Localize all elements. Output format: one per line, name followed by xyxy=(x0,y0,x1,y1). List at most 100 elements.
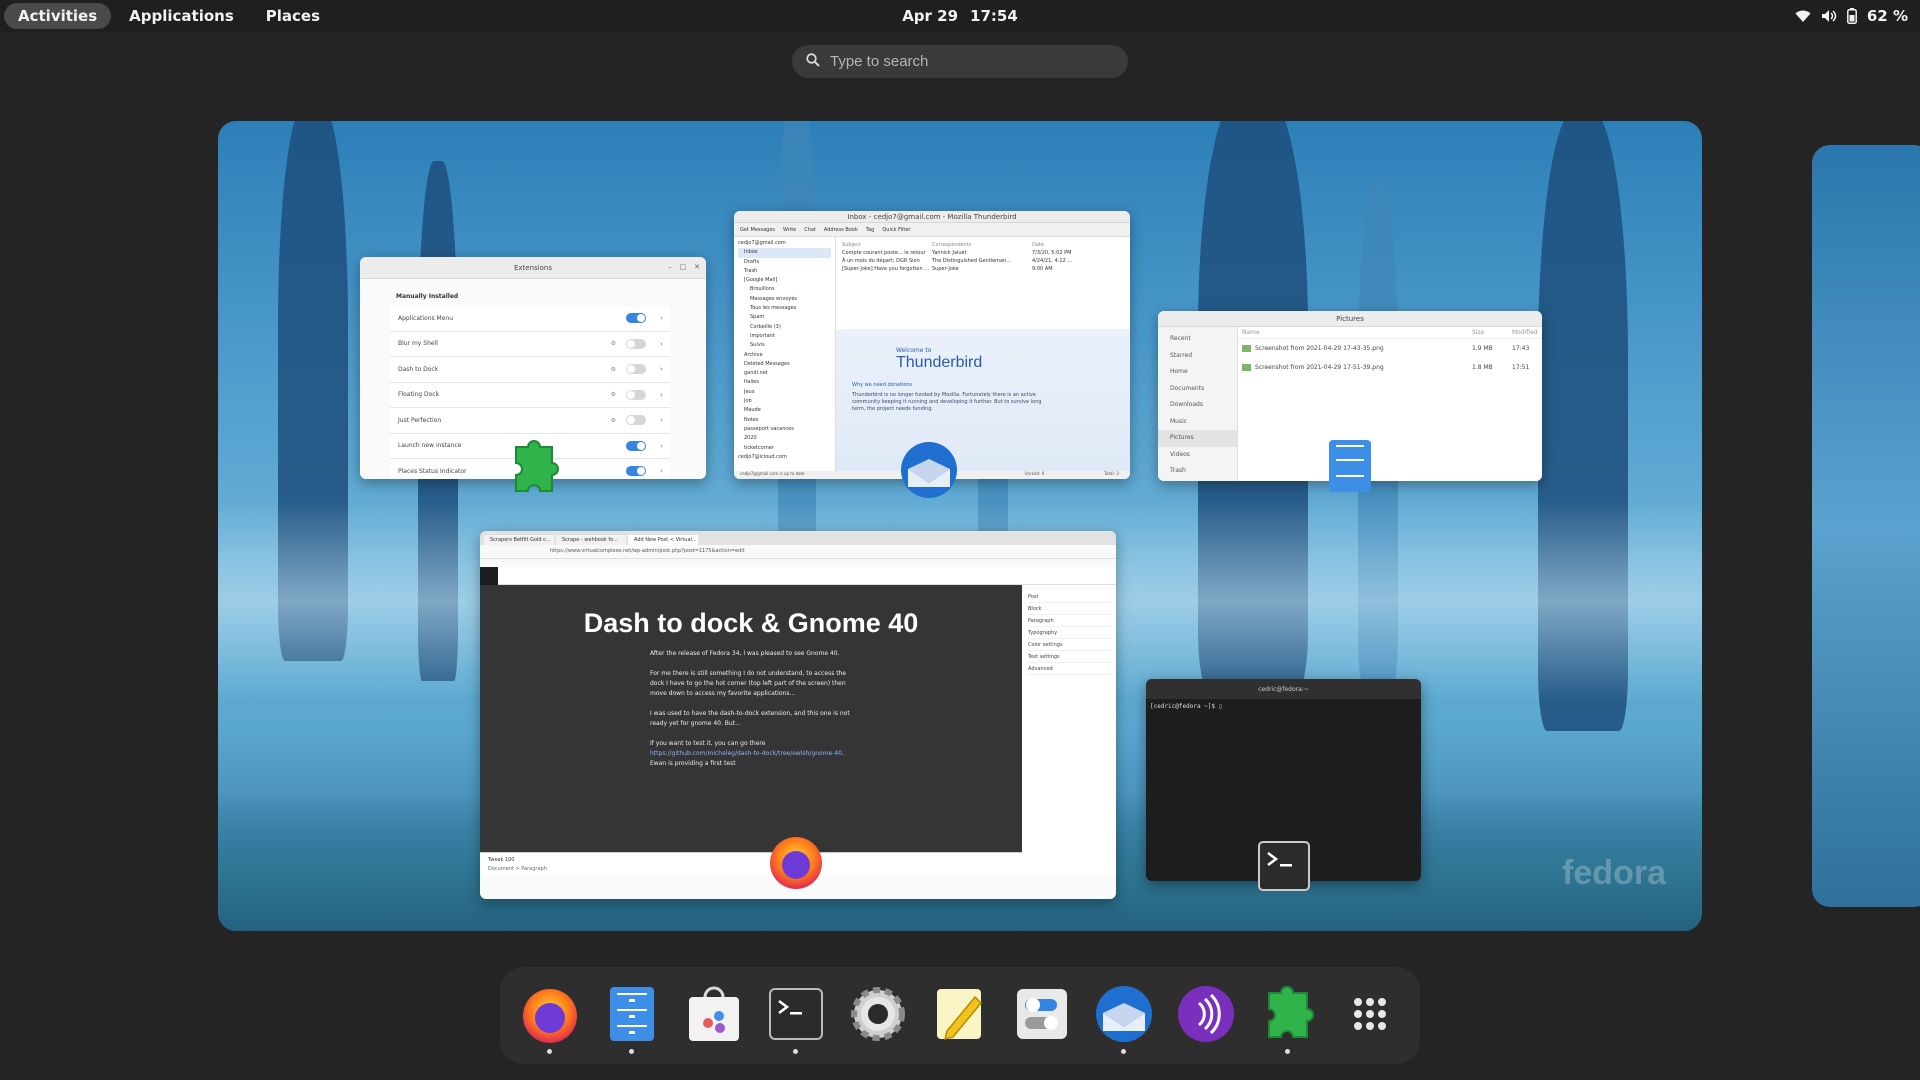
sidebar-item[interactable]: Downloads xyxy=(1158,397,1237,414)
settings-icon[interactable]: ⚙ xyxy=(611,366,616,373)
browser-tab[interactable]: Scrapers Betfilt Gold c... xyxy=(484,535,554,545)
folder-item[interactable]: Suivis xyxy=(738,341,831,350)
chevron-right-icon[interactable]: › xyxy=(660,391,670,399)
chevron-right-icon[interactable]: › xyxy=(660,416,670,424)
folder-item[interactable]: Brouillons xyxy=(738,285,831,294)
chevron-right-icon[interactable]: › xyxy=(660,314,670,322)
chevron-right-icon[interactable]: › xyxy=(660,365,670,373)
settings-icon[interactable]: ⚙ xyxy=(611,391,616,398)
folder-item[interactable]: Trash xyxy=(738,267,831,276)
panel-item[interactable]: Advanced xyxy=(1028,663,1110,675)
clock[interactable]: Apr 29 17:54 xyxy=(902,0,1018,32)
paragraph-3[interactable]: I was used to have the dash-to-dock exte… xyxy=(650,709,850,729)
toolbar-button[interactable]: Address Book xyxy=(824,227,858,233)
file-row[interactable]: Screenshot from 2021-04-29 17-51-39.png 1… xyxy=(1238,358,1542,377)
folder-item[interactable]: Deleted Messages xyxy=(738,360,831,369)
extension-toggle[interactable] xyxy=(626,389,646,400)
folder-item[interactable]: [Google Mail] xyxy=(738,276,831,285)
footer-input[interactable]: Tweak 100 xyxy=(488,857,1014,863)
tweaks-icon[interactable] xyxy=(1011,983,1073,1045)
extension-toggle[interactable] xyxy=(626,313,646,324)
column-header[interactable]: Date xyxy=(1032,241,1044,249)
toolbar-button[interactable]: Tag xyxy=(866,227,874,233)
sidebar-item[interactable]: Trash xyxy=(1158,463,1237,480)
extension-toggle[interactable] xyxy=(626,415,646,426)
folder-item[interactable]: passeport vacances xyxy=(738,425,831,434)
panel-item[interactable]: Post xyxy=(1028,591,1110,603)
workspace-thumbnail-current[interactable]: fedora Extensions – □ ✕ Manually Installed… xyxy=(218,121,1702,931)
post-link[interactable]: https://github.com/micheleg/dash-to-dock… xyxy=(650,750,842,757)
extension-toggle[interactable] xyxy=(626,466,646,477)
toolbar-button[interactable]: Get Messages xyxy=(740,227,775,233)
settings-icon[interactable] xyxy=(847,983,909,1045)
folder-item[interactable]: ticketcorner xyxy=(738,444,831,453)
message-row[interactable]: [Super-Joke] Have you forgotten ... Super… xyxy=(842,265,1124,273)
sidebar-item[interactable]: Documents xyxy=(1158,381,1237,398)
file-row[interactable]: Screenshot from 2021-04-29 17-43-35.png 1… xyxy=(1238,339,1542,358)
chevron-right-icon[interactable]: › xyxy=(660,467,670,475)
extension-toggle[interactable] xyxy=(626,338,646,349)
extensions-icon[interactable] xyxy=(1257,983,1319,1054)
extension-toggle[interactable] xyxy=(626,440,646,451)
folder-item[interactable]: Tous les messages xyxy=(738,304,831,313)
url-bar[interactable]: https://www.virtualcomplexe.net/wp-admin… xyxy=(480,545,1116,559)
toolbar-button[interactable]: Write xyxy=(783,227,796,233)
sidebar-item[interactable]: Pictures xyxy=(1158,430,1237,447)
chevron-right-icon[interactable]: › xyxy=(660,442,670,450)
maximize-icon[interactable]: □ xyxy=(680,263,687,271)
thunderbird-icon[interactable] xyxy=(1093,983,1155,1054)
panel-item[interactable]: Paragraph xyxy=(1028,615,1110,627)
paragraph-4[interactable]: If you want to test it, you can go there… xyxy=(650,739,850,769)
sidebar-item[interactable]: Videos xyxy=(1158,447,1237,464)
folder-item[interactable]: cedjo7@gmail.com xyxy=(738,239,831,248)
software-icon[interactable] xyxy=(683,983,745,1045)
folder-item[interactable]: Archive xyxy=(738,351,831,360)
column-header[interactable]: Subject xyxy=(842,241,932,249)
sidebar-item[interactable]: Starred xyxy=(1158,348,1237,365)
settings-icon[interactable]: ⚙ xyxy=(611,417,616,424)
terminal-icon[interactable] xyxy=(765,983,827,1054)
sidebar-item[interactable]: Music xyxy=(1158,414,1237,431)
toolbar-button[interactable]: Chat xyxy=(804,227,816,233)
message-row[interactable]: Compte courant poste... le retour Yannick… xyxy=(842,249,1124,257)
folder-item[interactable]: Maude xyxy=(738,406,831,415)
column-header[interactable]: Modified xyxy=(1512,327,1542,338)
settings-icon[interactable]: ⚙ xyxy=(611,340,616,347)
folder-item[interactable]: gandi.net xyxy=(738,369,831,378)
paragraph-1[interactable]: After the release of Fedora 34, I was pl… xyxy=(650,649,850,659)
column-header[interactable]: Size xyxy=(1472,327,1512,338)
panel-item[interactable]: Text settings xyxy=(1028,651,1110,663)
column-header[interactable]: Correspondents xyxy=(932,241,1032,249)
files-icon[interactable] xyxy=(601,983,663,1054)
folder-item[interactable]: Messages envoyés xyxy=(738,295,831,304)
folder-item[interactable]: Drafts xyxy=(738,258,831,267)
show-apps-icon[interactable] xyxy=(1339,983,1401,1045)
minimize-icon[interactable]: – xyxy=(668,263,672,271)
extension-row[interactable]: Just Perfection ⚙ › xyxy=(390,408,670,434)
folder-item[interactable]: Job xyxy=(738,397,831,406)
search-box[interactable] xyxy=(792,45,1128,78)
panel-item[interactable]: Typography xyxy=(1028,627,1110,639)
close-icon[interactable]: ✕ xyxy=(694,263,700,271)
folder-item[interactable]: Important xyxy=(738,332,831,341)
terminal-prompt[interactable]: [cedric@fedora ~]$ ▯ xyxy=(1146,699,1421,714)
extension-row[interactable]: Floating Dock ⚙ › xyxy=(390,382,670,408)
workspace-thumbnail-next[interactable] xyxy=(1812,145,1920,907)
folder-item[interactable]: Notes xyxy=(738,416,831,425)
applications-menu[interactable]: Applications xyxy=(115,3,248,29)
panel-item[interactable]: Color settings xyxy=(1028,639,1110,651)
folder-item[interactable]: cedjo7@icloud.com xyxy=(738,453,831,462)
podcasts-icon[interactable] xyxy=(1175,983,1237,1045)
extension-toggle[interactable] xyxy=(626,364,646,375)
activities-button[interactable]: Activities xyxy=(4,3,112,29)
toolbar-button[interactable]: Quick Filter xyxy=(882,227,910,233)
folder-item[interactable]: Italies xyxy=(738,378,831,387)
firefox-icon[interactable] xyxy=(519,983,581,1054)
folder-item[interactable]: Jeux xyxy=(738,388,831,397)
sidebar-item[interactable]: Recent xyxy=(1158,331,1237,348)
text-editor-icon[interactable] xyxy=(929,983,991,1045)
places-menu[interactable]: Places xyxy=(252,3,334,29)
folder-item[interactable]: Corbeille (3) xyxy=(738,323,831,332)
post-editor[interactable]: Dash to dock & Gnome 40 After the releas… xyxy=(480,585,1022,876)
panel-item[interactable]: Block xyxy=(1028,603,1110,615)
